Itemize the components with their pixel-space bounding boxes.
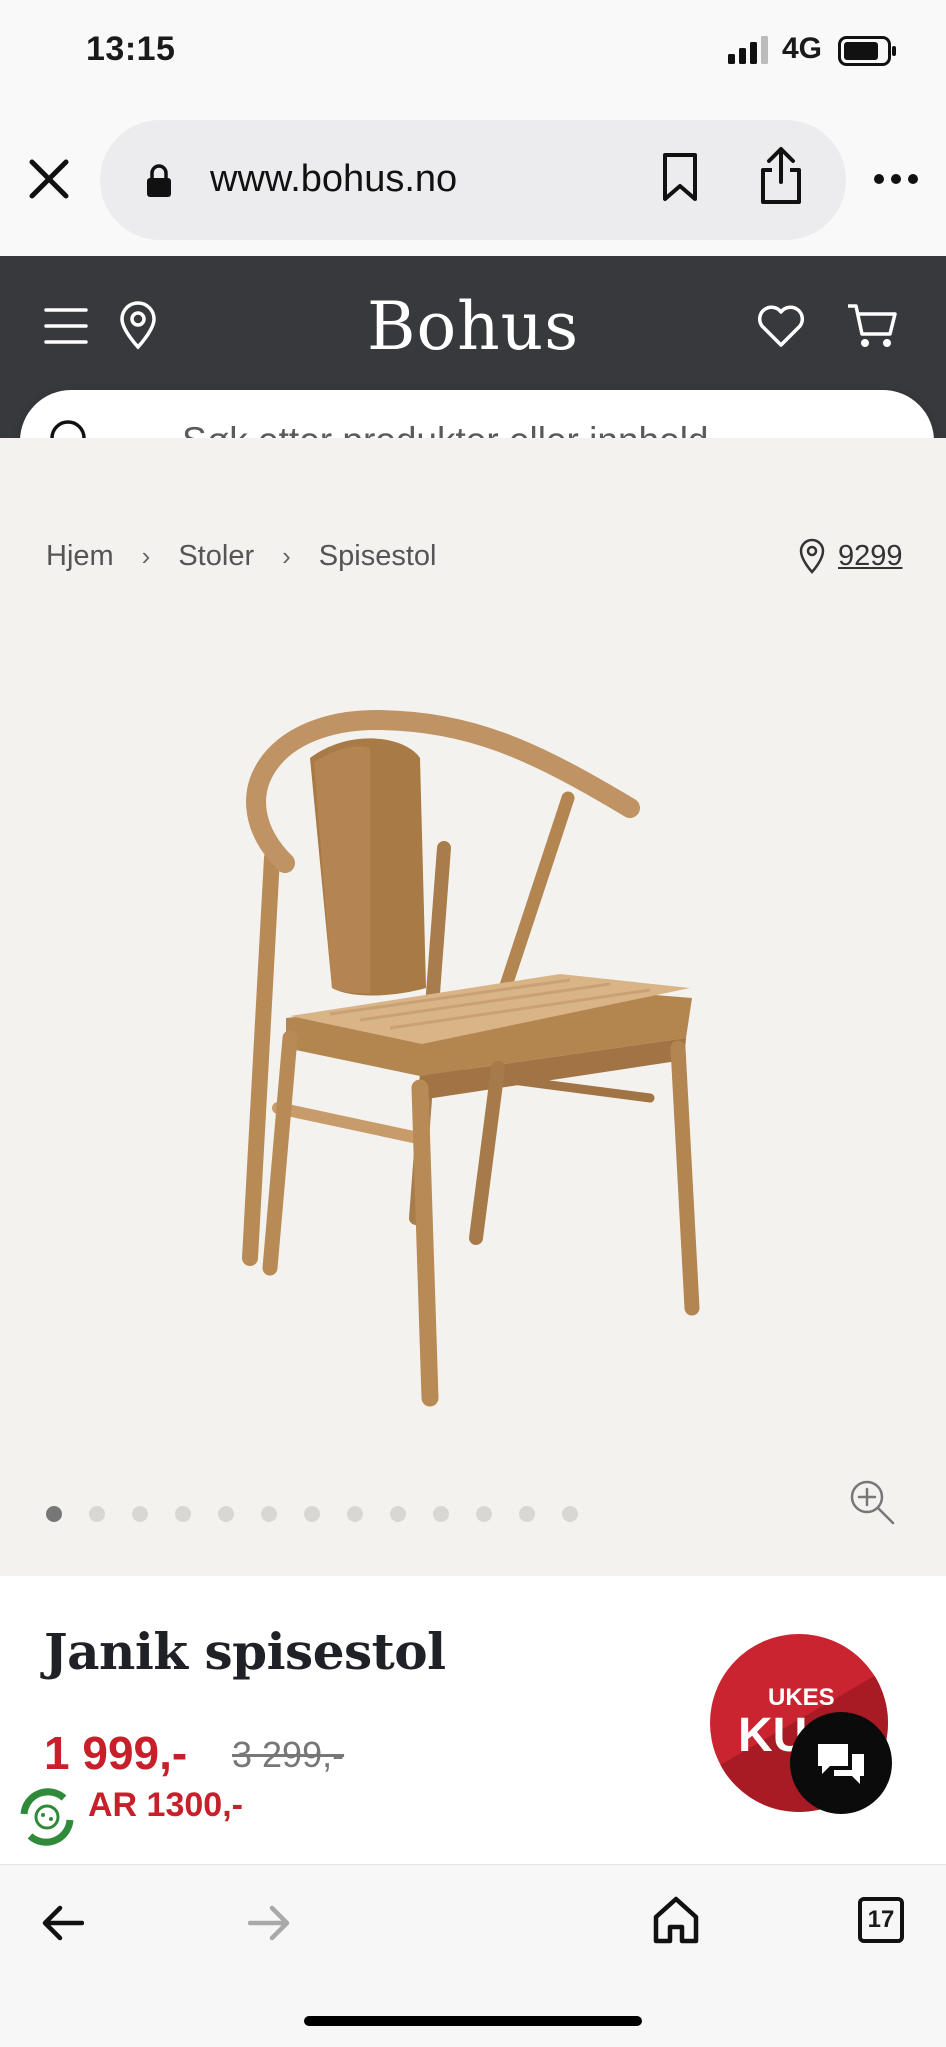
breadcrumb-home[interactable]: Hjem [46, 540, 114, 573]
lock-icon [147, 164, 171, 197]
back-arrow-icon[interactable] [42, 1903, 84, 1943]
gallery-pagination [46, 1506, 578, 1522]
gallery-dot[interactable] [132, 1506, 148, 1522]
gallery-dot[interactable] [175, 1506, 191, 1522]
home-indicator [304, 2016, 642, 2026]
gallery-dot[interactable] [347, 1506, 363, 1522]
chat-button[interactable] [790, 1712, 892, 1814]
old-price: 3 299,- [232, 1734, 345, 1775]
close-icon[interactable] [28, 158, 70, 200]
signal-icon [728, 36, 768, 64]
tabs-button[interactable]: 17 [858, 1897, 904, 1943]
gallery-dot[interactable] [433, 1506, 449, 1522]
savings-label: AR 1300,- [88, 1786, 243, 1824]
location-pin-icon [799, 538, 825, 574]
product-title: Janik spisestol [44, 1622, 446, 1681]
gallery-dot[interactable] [261, 1506, 277, 1522]
zoom-in-icon[interactable] [848, 1478, 896, 1526]
product-image[interactable] [230, 698, 710, 1418]
breadcrumb-dining-chair[interactable]: Spisestol [319, 540, 437, 573]
gallery-dot[interactable] [304, 1506, 320, 1522]
chevron-right-icon: › [141, 541, 151, 571]
eco-recycle-icon[interactable] [14, 1784, 80, 1850]
breadcrumb: Hjem › Stoler › Spisestol [46, 540, 436, 573]
browser-url-bar: www.bohus.no [0, 110, 946, 256]
url-text[interactable]: www.bohus.no [210, 158, 457, 201]
product-gallery: Hjem › Stoler › Spisestol 9299 [0, 438, 946, 1576]
store-code[interactable]: 9299 [838, 540, 903, 573]
gallery-dot[interactable] [89, 1506, 105, 1522]
share-icon[interactable] [758, 146, 804, 206]
product-price: 1 999,- [44, 1727, 188, 1779]
favorites-icon[interactable] [756, 304, 806, 348]
forward-arrow-icon[interactable] [248, 1903, 290, 1943]
gallery-dot[interactable] [218, 1506, 234, 1522]
breadcrumb-chairs[interactable]: Stoler [178, 540, 254, 573]
home-icon[interactable] [652, 1895, 700, 1945]
chat-icon [818, 1744, 864, 1784]
store-selector[interactable]: 9299 [798, 538, 903, 574]
network-type: 4G [782, 32, 823, 65]
cart-icon[interactable] [846, 302, 898, 350]
gallery-dot[interactable] [519, 1506, 535, 1522]
gallery-dot[interactable] [562, 1506, 578, 1522]
status-bar: 13:15 4G [0, 0, 946, 110]
status-time: 13:15 [86, 30, 176, 68]
gallery-dot[interactable] [476, 1506, 492, 1522]
chevron-right-icon: › [282, 541, 291, 571]
gallery-dot[interactable] [390, 1506, 406, 1522]
gallery-dot[interactable] [46, 1506, 62, 1522]
battery-icon [838, 36, 896, 66]
more-icon[interactable] [872, 172, 920, 186]
bookmark-icon[interactable] [660, 152, 700, 202]
